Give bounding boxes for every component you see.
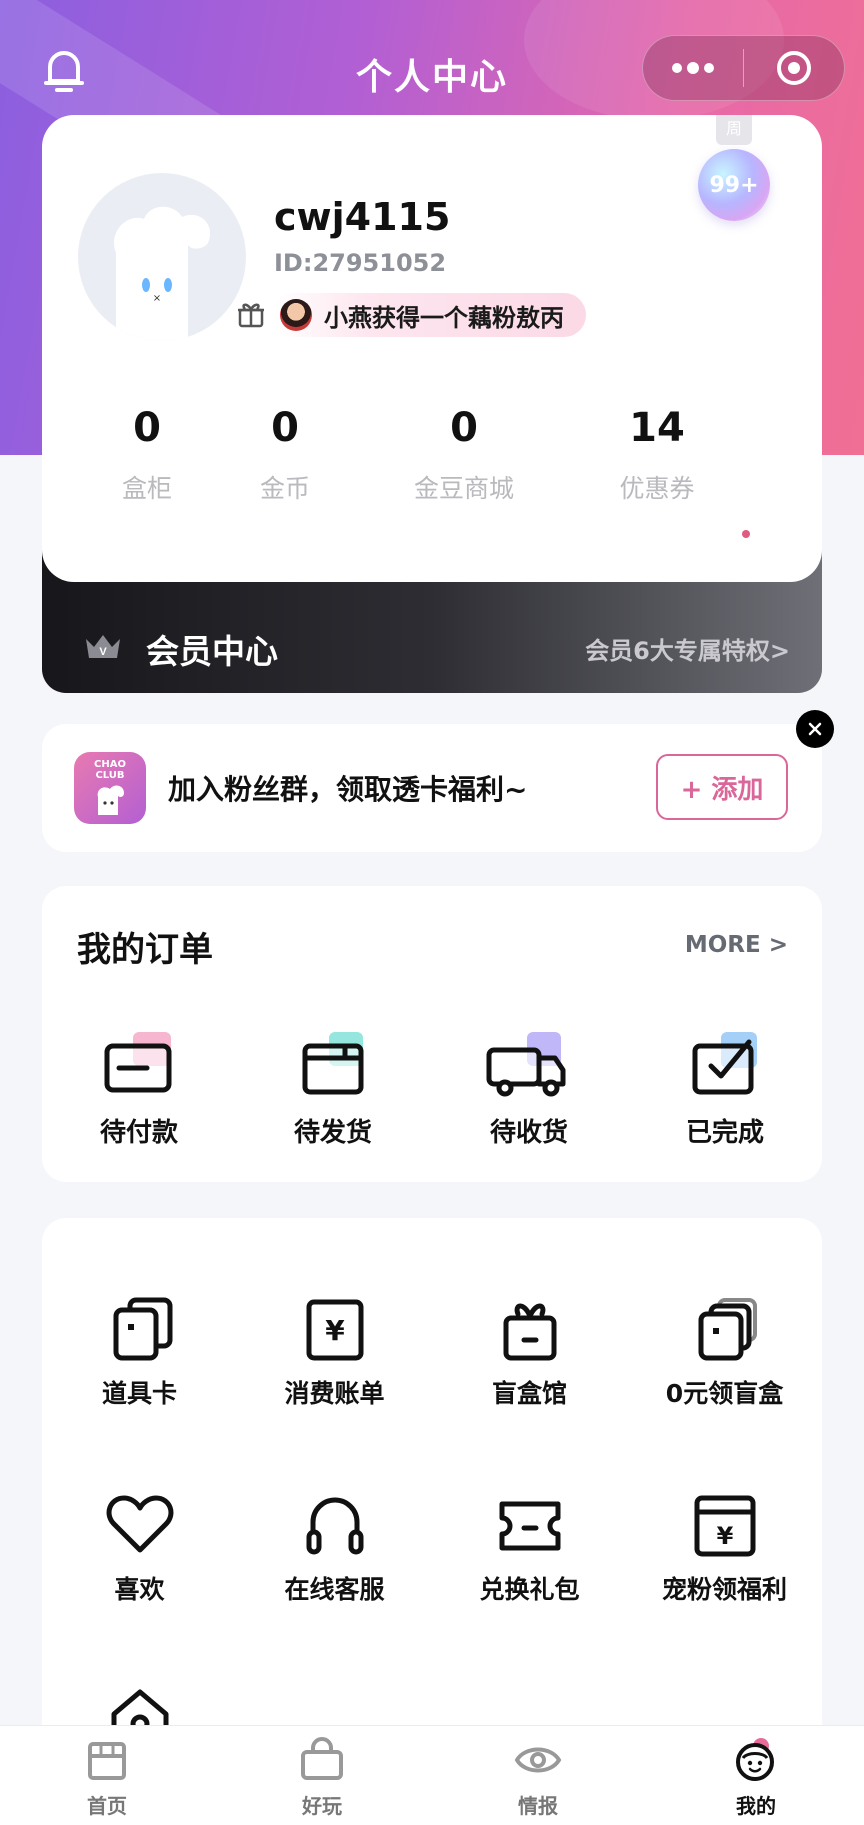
orders-title: 我的订单 (77, 930, 213, 970)
stat-label: 金币 (259, 474, 310, 503)
service-bill[interactable]: ¥ 消费账单 (237, 1294, 432, 1410)
svg-text:×: × (153, 293, 161, 304)
stat-value: 14 (629, 405, 685, 451)
bill-icon: ¥ (306, 1299, 363, 1361)
service-label: 消费账单 (284, 1379, 385, 1408)
order-pending-receipt[interactable]: 待收货 (444, 1024, 614, 1149)
service-blind-box-hall[interactable]: 盲盒馆 (432, 1294, 627, 1410)
avatar[interactable]: × (78, 173, 246, 341)
username: cwj4115 (274, 195, 451, 239)
tab-mine[interactable]: 我的 (696, 1736, 816, 1819)
stats-row: 0 盒柜 0 金币 0 金豆商城 14 优惠券 (42, 405, 822, 538)
club-logo-text: CHAO (94, 759, 126, 770)
prize-notice-text: 小燕获得一个藕粉敖丙 (324, 303, 564, 332)
order-label: 待付款 (99, 1118, 178, 1148)
chao-club-logo: CHAO CLUB (74, 752, 146, 824)
service-free-blind-box[interactable]: 0元领盲盒 (627, 1294, 822, 1410)
svg-text:¥: ¥ (716, 1522, 733, 1550)
order-label: 待发货 (293, 1118, 372, 1148)
tab-fun[interactable]: 好玩 (262, 1736, 382, 1819)
service-label: 在线客服 (284, 1575, 385, 1604)
weekly-tab-label: 周 (716, 115, 752, 145)
bottom-tab-bar: 首页 好玩 情报 我的 (0, 1725, 864, 1825)
my-orders-card: 我的订单 MORE > 待付款 待发货 待收货 已完成 (42, 886, 822, 1182)
add-fans-group-button[interactable]: + 添加 (656, 754, 788, 820)
stat-label: 优惠券 (619, 474, 695, 503)
default-avatar-mascot-icon: × (114, 206, 211, 341)
eye-icon (514, 1747, 562, 1773)
ticket-icon (499, 1501, 560, 1551)
bag-icon (301, 1737, 343, 1780)
order-label: 待收货 (489, 1118, 568, 1148)
profile-card: × cwj4115 ID:27951052 小燕获得一个藕粉敖丙 周 99+ 0… (42, 115, 822, 582)
svg-text:V: V (99, 646, 107, 658)
service-label: 宠粉领福利 (661, 1575, 787, 1604)
more-options-button[interactable] (643, 36, 743, 100)
stat-value: 0 (271, 405, 299, 451)
service-prop-card[interactable]: 道具卡 (42, 1294, 237, 1410)
weekly-count-badge: 99+ (698, 149, 770, 221)
fans-group-text: 加入粉丝群，领取透卡福利~ (168, 773, 528, 806)
stat-label: 金豆商城 (413, 474, 514, 503)
service-label: 0元领盲盒 (665, 1379, 784, 1408)
tab-label: 好玩 (302, 1794, 342, 1818)
orders-more-link[interactable]: MORE > (685, 932, 788, 958)
free-box-icon (698, 1298, 757, 1361)
mini-program-capsule (642, 35, 845, 101)
user-id: ID:27951052 (274, 249, 447, 277)
order-pending-shipment[interactable]: 待发货 (248, 1024, 418, 1149)
tab-label: 情报 (518, 1794, 558, 1818)
service-customer-support[interactable]: 在线客服 (237, 1490, 432, 1606)
gift-box-icon (503, 1303, 556, 1361)
store-icon (88, 1742, 126, 1780)
service-favorites[interactable]: 喜欢 (42, 1490, 237, 1606)
service-label: 喜欢 (114, 1575, 165, 1604)
service-label: 兑换礼包 (479, 1575, 580, 1604)
member-center-title: 会员中心 (146, 632, 278, 671)
order-label: 已完成 (685, 1118, 764, 1148)
order-pending-payment[interactable]: 待付款 (54, 1024, 224, 1149)
mascot-icon (736, 1738, 774, 1781)
tab-label: 首页 (87, 1794, 127, 1818)
club-logo-text: CLUB (95, 770, 125, 781)
truck-icon (486, 1032, 566, 1097)
tab-news[interactable]: 情报 (478, 1736, 598, 1819)
check-box-icon (692, 1032, 757, 1095)
stat-coupons[interactable]: 14 优惠券 (572, 405, 742, 505)
crown-icon: V (86, 635, 120, 658)
gift-icon (238, 303, 264, 328)
order-completed[interactable]: 已完成 (640, 1024, 810, 1149)
close-mini-program-button[interactable] (744, 36, 844, 100)
headphones-icon (306, 1497, 363, 1555)
service-fan-welfare[interactable]: ¥ 宠粉领福利 (627, 1490, 822, 1606)
package-icon (302, 1032, 364, 1095)
service-redeem-gift[interactable]: 兑换礼包 (432, 1490, 627, 1606)
welfare-icon: ¥ (694, 1495, 755, 1557)
service-label: 道具卡 (101, 1379, 177, 1408)
prize-notice[interactable]: 小燕获得一个藕粉敖丙 (274, 293, 586, 337)
member-privileges-link[interactable]: 会员6大专属特权> (585, 631, 790, 666)
fans-group-banner: CHAO CLUB 加入粉丝群，领取透卡福利~ + 添加 (42, 724, 822, 852)
stat-value: 0 (450, 405, 478, 451)
card-stack-icon (113, 1297, 172, 1361)
coupon-new-dot (742, 530, 750, 538)
dismiss-banner-button[interactable] (796, 710, 834, 748)
close-icon (808, 722, 822, 736)
service-label: 盲盒馆 (491, 1379, 567, 1408)
weekly-badge[interactable]: 周 99+ (698, 115, 770, 225)
target-close-icon (776, 51, 811, 85)
club-mascot-icon (97, 785, 124, 815)
tab-home[interactable]: 首页 (47, 1736, 167, 1819)
tab-label: 我的 (736, 1794, 776, 1818)
notice-user-avatar (280, 299, 312, 331)
wallet-icon (104, 1032, 172, 1093)
svg-text:¥: ¥ (325, 1314, 345, 1347)
stat-coins[interactable]: 0 金币 (200, 405, 370, 505)
stat-bean-mall[interactable]: 0 金豆商城 (364, 405, 564, 505)
heart-icon (106, 1495, 173, 1553)
more-dots-icon (672, 62, 714, 74)
